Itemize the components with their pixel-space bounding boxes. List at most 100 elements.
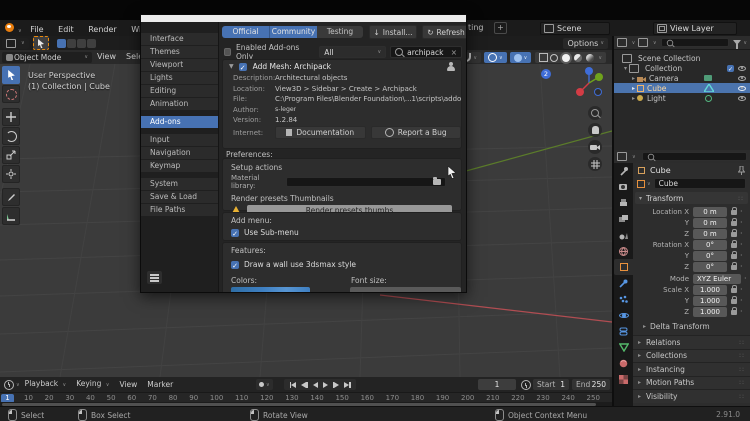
menu-marker[interactable]: Marker — [142, 377, 178, 392]
lock-icon[interactable] — [731, 210, 737, 215]
options-button[interactable]: Options∨ — [563, 38, 608, 49]
sidebar-item-system[interactable]: System — [141, 178, 218, 190]
value-field[interactable]: 0° — [693, 240, 727, 250]
editor-type-button[interactable]: ∨ — [2, 38, 29, 49]
animate-dot[interactable]: · — [740, 253, 743, 259]
sidebar-item-navigation[interactable]: Navigation — [141, 147, 218, 159]
drag-grip-icon[interactable]: :: — [738, 195, 744, 202]
tab-community[interactable]: Community — [269, 26, 317, 38]
prev-keyframe-button[interactable] — [301, 382, 308, 388]
install-button[interactable]: ↓Install... — [369, 25, 417, 39]
blender-logo-icon[interactable] — [5, 23, 14, 32]
ortho-grid-icon[interactable] — [588, 157, 602, 171]
scene-selector[interactable]: Scene — [540, 22, 610, 35]
overlays-icon[interactable]: ∨ — [510, 52, 532, 63]
collapsed-panel[interactable]: ▸ Relations :: — [633, 335, 750, 349]
sidebar-item-themes[interactable]: Themes — [141, 46, 218, 58]
animate-dot[interactable]: · — [740, 231, 743, 237]
value-field[interactable]: 0° — [693, 262, 727, 272]
tab-scene[interactable] — [614, 227, 633, 243]
current-frame-field[interactable]: 1 — [478, 379, 516, 390]
sidebar-item-lights[interactable]: Lights — [141, 72, 218, 84]
folder-browse-icon[interactable] — [433, 179, 441, 185]
gizmo-z-axis[interactable] — [585, 67, 593, 75]
rotation-mode-dropdown[interactable]: XYZ Euler — [693, 274, 741, 284]
tab-object[interactable] — [614, 259, 633, 275]
mode-dropdown[interactable]: Object Mode∨ — [2, 52, 92, 63]
shading-material-icon[interactable] — [574, 54, 582, 62]
lock-icon[interactable] — [731, 221, 737, 226]
tool-scale-button[interactable] — [2, 146, 20, 164]
select-mode-box[interactable] — [67, 39, 76, 48]
eye-icon[interactable] — [738, 86, 746, 91]
filter-funnel-icon[interactable] — [733, 40, 741, 45]
outliner-editor-icon[interactable] — [617, 38, 627, 47]
play-reverse-button[interactable] — [313, 382, 318, 388]
camera-view-icon[interactable] — [588, 140, 602, 154]
draw-wall-checkbox[interactable]: ✓ — [231, 261, 239, 269]
value-field[interactable]: 1.000 — [693, 296, 727, 306]
sidebar-item-interface[interactable]: Interface — [141, 33, 218, 45]
tool-transform-button[interactable] — [2, 165, 20, 183]
tab-view-layer[interactable] — [614, 211, 633, 227]
properties-editor-icon[interactable] — [617, 152, 627, 161]
collapsed-panel[interactable]: ▸ Instancing :: — [633, 362, 750, 376]
hamburger-menu-icon[interactable] — [147, 271, 162, 284]
documentation-button[interactable]: Documentation — [275, 126, 366, 139]
outliner-row-camera[interactable]: ▸ Camera — [614, 73, 750, 83]
eye-icon[interactable] — [738, 96, 746, 101]
collapsed-panel[interactable]: ▸ Collections :: — [633, 349, 750, 363]
value-field[interactable]: 0 m — [693, 229, 727, 239]
tab-output[interactable] — [614, 195, 633, 211]
select-mode-lasso[interactable] — [87, 39, 96, 48]
value-field[interactable]: 0 m — [693, 207, 727, 217]
window-titlebar[interactable] — [141, 15, 466, 22]
value-field[interactable]: 0° — [693, 251, 727, 261]
collapsed-panel[interactable]: ▸ Motion Paths :: — [633, 376, 750, 390]
outliner-row-collection[interactable]: ▾ Collection ✓ — [614, 63, 750, 73]
sidebar-item-keymap[interactable]: Keymap — [141, 160, 218, 172]
shading-rendered-icon[interactable] — [586, 54, 594, 62]
outliner-row-cube[interactable]: ▸ Cube — [614, 83, 750, 93]
properties-search-input[interactable] — [642, 152, 747, 161]
menu-view[interactable]: View — [92, 50, 121, 64]
tab-material[interactable] — [614, 355, 633, 371]
addon-search-input[interactable]: archipack × — [390, 46, 462, 58]
gizmo-toggle-icon[interactable] — [539, 53, 548, 62]
tab-official[interactable]: Official — [222, 26, 269, 38]
menu-view[interactable]: View — [114, 377, 142, 392]
animate-dot[interactable]: · — [740, 242, 743, 248]
animate-dot[interactable]: · — [740, 309, 743, 315]
sidebar-item-save-load[interactable]: Save & Load — [141, 191, 218, 203]
collection-checkbox[interactable]: ✓ — [727, 65, 734, 72]
tab-particles[interactable] — [614, 291, 633, 307]
mesh-data-icon[interactable] — [704, 84, 714, 92]
gizmo-minus-z[interactable] — [595, 89, 602, 96]
jump-to-end-button[interactable] — [344, 382, 351, 388]
value-field[interactable]: 0 m — [693, 218, 727, 228]
camera-data-icon[interactable] — [704, 75, 712, 81]
navigation-gizmo[interactable] — [574, 66, 604, 100]
tool-measure-button[interactable] — [2, 207, 20, 225]
font-size-slider[interactable] — [350, 287, 461, 292]
animate-dot[interactable]: · — [740, 209, 743, 215]
collapsed-panel[interactable]: ▸ Visibility :: — [633, 389, 750, 403]
outliner-search-input[interactable] — [661, 38, 730, 47]
tab-world[interactable] — [614, 243, 633, 259]
use-submenu-checkbox[interactable]: ✓ — [231, 229, 239, 237]
tab-object-data[interactable] — [614, 339, 633, 355]
animate-dot[interactable]: · — [740, 220, 743, 226]
auto-key-button[interactable]: ∨ — [256, 379, 273, 390]
tool-cursor-button[interactable] — [2, 85, 20, 103]
frame-end-field[interactable]: End250 — [572, 379, 610, 390]
workspace-tab-fragment[interactable]: ting — [468, 20, 484, 36]
sidebar-item-editing[interactable]: Editing — [141, 85, 218, 97]
tab-modifiers[interactable] — [614, 275, 633, 291]
animate-dot[interactable]: · — [740, 264, 743, 270]
tool-select-box-button[interactable] — [2, 66, 20, 84]
lock-icon[interactable] — [731, 254, 737, 259]
category-dropdown[interactable]: All∨ — [319, 46, 386, 58]
tool-rotate-button[interactable] — [2, 127, 20, 145]
tool-annotate-button[interactable] — [2, 188, 20, 206]
lock-icon[interactable] — [731, 310, 737, 315]
